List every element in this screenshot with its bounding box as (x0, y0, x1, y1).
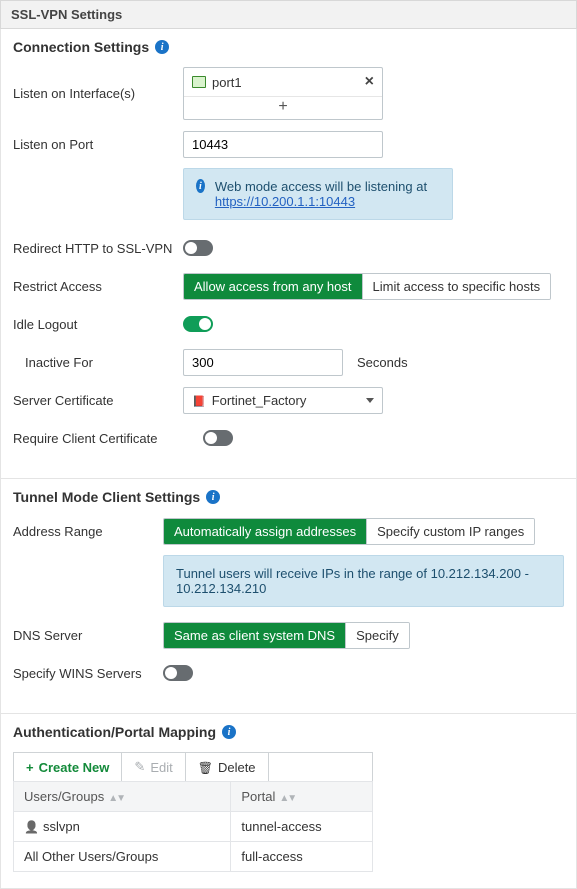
listen-interfaces-input[interactable]: port1 × + (183, 67, 383, 120)
trash-icon (198, 760, 213, 775)
web-mode-url-link[interactable]: https://10.200.1.1:10443 (215, 194, 355, 209)
address-range-row: Address Range Automatically assign addre… (13, 517, 564, 545)
sort-icon: ▲▼ (108, 793, 124, 804)
address-range-label: Address Range (13, 524, 163, 539)
interface-value: port1 (212, 75, 242, 90)
require-client-cert-label: Require Client Certificate (13, 431, 203, 446)
tunnel-heading-text: Tunnel Mode Client Settings (13, 489, 200, 505)
addr-auto-option[interactable]: Automatically assign addresses (164, 519, 366, 544)
tunnel-ip-info-text: Tunnel users will receive IPs in the ran… (176, 566, 551, 596)
server-cert-row: Server Certificate Fortinet_Factory (13, 386, 564, 414)
portal-cell: full-access (231, 842, 373, 872)
redirect-http-row: Redirect HTTP to SSL-VPN (13, 234, 564, 262)
info-icon: i (196, 179, 205, 193)
address-range-group: Automatically assign addresses Specify c… (163, 518, 535, 545)
connection-heading-text: Connection Settings (13, 39, 149, 55)
col-users-header[interactable]: Users/Groups ▲▼ (14, 782, 231, 812)
idle-logout-row: Idle Logout (13, 310, 564, 338)
require-client-cert-row: Require Client Certificate (13, 424, 564, 452)
plus-icon: + (26, 760, 34, 775)
dns-same-option[interactable]: Same as client system DNS (164, 623, 345, 648)
inactive-for-input[interactable] (183, 349, 343, 376)
listen-interfaces-row: Listen on Interface(s) port1 × + (13, 67, 564, 120)
tunnel-mode-section: Tunnel Mode Client Settings i Address Ra… (0, 479, 577, 714)
chevron-down-icon (366, 398, 374, 403)
certificate-icon (192, 393, 206, 408)
redirect-http-toggle[interactable] (183, 240, 213, 256)
idle-logout-label: Idle Logout (13, 317, 183, 332)
addr-custom-option[interactable]: Specify custom IP ranges (366, 519, 534, 544)
col-users-text: Users/Groups (24, 789, 104, 804)
connection-heading: Connection Settings i (13, 39, 564, 55)
mapping-toolbar: + Create New Edit Delete (13, 752, 373, 781)
auth-heading-text: Authentication/Portal Mapping (13, 724, 216, 740)
inactive-for-row: Inactive For Seconds (13, 348, 564, 376)
info-icon[interactable]: i (206, 490, 220, 504)
inactive-for-label: Inactive For (13, 355, 183, 370)
table-row[interactable]: sslvpntunnel-access (14, 812, 373, 842)
col-portal-header[interactable]: Portal ▲▼ (231, 782, 373, 812)
table-row[interactable]: All Other Users/Groupsfull-access (14, 842, 373, 872)
require-client-cert-toggle[interactable] (203, 430, 233, 446)
server-cert-label: Server Certificate (13, 393, 183, 408)
tunnel-ip-info-panel: Tunnel users will receive IPs in the ran… (163, 555, 564, 607)
edit-button[interactable]: Edit (122, 753, 185, 781)
dns-server-label: DNS Server (13, 628, 163, 643)
connection-settings-section: Connection Settings i Listen on Interfac… (0, 29, 577, 479)
restrict-allow-option[interactable]: Allow access from any host (184, 274, 362, 299)
add-interface-icon[interactable]: + (184, 97, 382, 119)
create-new-label: Create New (39, 760, 110, 775)
delete-button[interactable]: Delete (186, 753, 269, 781)
server-cert-value: Fortinet_Factory (212, 393, 307, 408)
user-group-cell: sslvpn (14, 812, 231, 842)
wins-servers-row: Specify WINS Servers (13, 659, 564, 687)
delete-label: Delete (218, 760, 256, 775)
tunnel-heading: Tunnel Mode Client Settings i (13, 489, 564, 505)
mapping-table: Users/Groups ▲▼ Portal ▲▼ sslvpntunnel-acc… (13, 781, 373, 872)
dns-server-row: DNS Server Same as client system DNS Spe… (13, 621, 564, 649)
sort-icon: ▲▼ (279, 793, 295, 804)
dns-server-group: Same as client system DNS Specify (163, 622, 410, 649)
restrict-access-label: Restrict Access (13, 279, 183, 294)
restrict-access-row: Restrict Access Allow access from any ho… (13, 272, 564, 300)
edit-label: Edit (150, 760, 172, 775)
wins-servers-label: Specify WINS Servers (13, 666, 163, 681)
pencil-icon (134, 759, 145, 775)
idle-logout-toggle[interactable] (183, 316, 213, 332)
info-icon[interactable]: i (155, 40, 169, 54)
auth-portal-section: Authentication/Portal Mapping i + Create… (0, 714, 577, 889)
info-icon[interactable]: i (222, 725, 236, 739)
inactive-unit: Seconds (357, 355, 408, 370)
portal-cell: tunnel-access (231, 812, 373, 842)
auth-heading: Authentication/Portal Mapping i (13, 724, 564, 740)
restrict-limit-option[interactable]: Limit access to specific hosts (362, 274, 551, 299)
listen-port-row: Listen on Port (13, 130, 564, 158)
user-icon (24, 819, 43, 834)
interface-icon (192, 76, 206, 88)
web-mode-info-panel: i Web mode access will be listening at h… (183, 168, 453, 220)
redirect-http-label: Redirect HTTP to SSL-VPN (13, 241, 183, 256)
page-title: SSL-VPN Settings (0, 0, 577, 29)
wins-servers-toggle[interactable] (163, 665, 193, 681)
user-group-cell: All Other Users/Groups (14, 842, 231, 872)
listen-interfaces-label: Listen on Interface(s) (13, 86, 183, 101)
remove-interface-icon[interactable]: × (365, 73, 374, 91)
server-cert-select[interactable]: Fortinet_Factory (183, 387, 383, 414)
create-new-button[interactable]: + Create New (14, 753, 122, 781)
web-mode-text: Web mode access will be listening at (215, 179, 427, 194)
restrict-access-group: Allow access from any host Limit access … (183, 273, 551, 300)
col-portal-text: Portal (241, 789, 275, 804)
listen-port-label: Listen on Port (13, 137, 183, 152)
listen-port-input[interactable] (183, 131, 383, 158)
dns-specify-option[interactable]: Specify (345, 623, 409, 648)
